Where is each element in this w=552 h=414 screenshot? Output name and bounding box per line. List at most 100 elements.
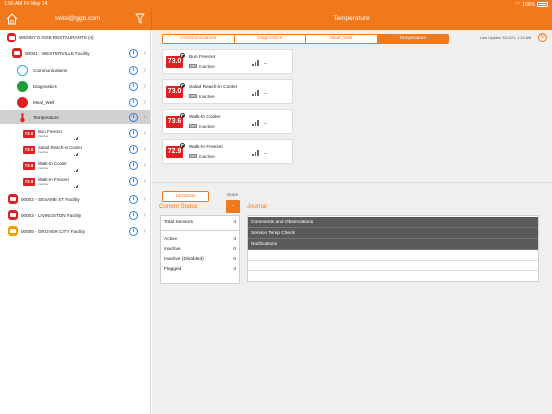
signal-icon: [252, 150, 259, 156]
status-label: Flagged: [164, 267, 182, 272]
card-status: Inactive: [199, 93, 215, 99]
card-temp: 72.9: [166, 146, 183, 158]
info-icon[interactable]: i: [129, 210, 138, 220]
divider: [248, 270, 538, 271]
sidebar-root-label: WENDY'S GGB RESTAURANTS (4): [19, 35, 94, 40]
sidebar-sensor-salad-cooler[interactable]: 73.0 Salad Reach-in Cooler Inactive i ›: [0, 142, 150, 157]
sidebar: WENDY'S GGB RESTAURANTS (4) 00001 - WEST…: [0, 30, 151, 414]
signal-icon: [252, 60, 259, 66]
card-status: Inactive: [199, 153, 215, 159]
alert-icon: [180, 53, 185, 58]
card-badge: SBS: [189, 94, 198, 98]
info-icon[interactable]: i: [129, 161, 138, 170]
status-value: 4: [233, 220, 236, 225]
sidebar-item-temperature[interactable]: Temperature i ›: [0, 110, 150, 124]
chevron-right-icon: ›: [143, 66, 146, 74]
info-icon[interactable]: i: [129, 48, 138, 58]
facility-label: 00001 - WESTERVILLE Facility: [25, 50, 90, 56]
current-status-heading: Current Status: [159, 204, 198, 210]
card-name: Bun Freezer: [189, 55, 216, 60]
sidebar-sensor-walk-in-freezer[interactable]: 72.9 Walk-In Freezer Inactive i ›: [0, 174, 150, 189]
facility-label: 00003 - LIVINGSTON Facility: [21, 212, 82, 218]
sensor-temp-badge: 72.9: [23, 177, 35, 186]
divider: [152, 182, 552, 183]
tab-temperature[interactable]: Temperature: [377, 35, 448, 43]
info-icon[interactable]: i: [129, 65, 138, 75]
sidebar-item-meal-well[interactable]: Meal_Well i ›: [0, 95, 150, 109]
signal-icon: [74, 152, 78, 156]
sidebar-sensor-walk-in-cooler[interactable]: 73.6 Walk-In Cooler Inactive i ›: [0, 158, 150, 173]
facility-icon: [12, 48, 22, 58]
sidebar-item-label: Meal_Well: [33, 99, 55, 105]
sensor-card[interactable]: 73.6 Walk-In Cooler SBS Inactive --: [162, 109, 293, 134]
home-icon[interactable]: [5, 12, 19, 26]
journal-item[interactable]: Notifications: [248, 239, 538, 250]
wifi-icon: [17, 64, 28, 76]
facility-icon: [7, 33, 16, 42]
battery-text: 100%: [522, 1, 535, 8]
signal-icon: [74, 184, 78, 188]
journal-item[interactable]: Service Temp Check: [248, 228, 538, 239]
sensor-text: Walk-In Freezer Inactive: [38, 177, 69, 186]
sensor-card[interactable]: 73.0 Bun Freezer SBS Inactive --: [162, 49, 293, 74]
facility-label: 00005 - GROVER CITY Facility: [21, 228, 85, 234]
sidebar-item-label: Communications: [33, 67, 68, 73]
status-value: 0: [233, 247, 236, 252]
status-label: Inactive (Disabled): [164, 257, 204, 262]
sidebar-sensor-bun-freezer[interactable]: 73.0 Bun Freezer Inactive i ›: [0, 126, 150, 141]
info-icon[interactable]: i: [129, 112, 138, 122]
legend-button[interactable]: LEGEND: [162, 191, 209, 202]
status-value: 0: [233, 257, 236, 262]
status-label: Active: [164, 237, 178, 242]
card-temp: 73.0: [166, 86, 183, 98]
status-row-disabled: Inactive (Disabled) 0: [164, 257, 236, 262]
info-icon[interactable]: i: [129, 226, 138, 236]
alert-icon: [180, 113, 185, 118]
thermometer-icon: [20, 112, 25, 122]
sidebar-root[interactable]: WENDY'S GGB RESTAURANTS (4): [0, 31, 150, 44]
status-value: 4: [233, 237, 236, 242]
sensor-card[interactable]: 72.9 Walk-In Freezer SBS Inactive --: [162, 139, 293, 164]
card-status: Inactive: [199, 63, 215, 69]
sidebar-facility-2[interactable]: 00002 - SESAME ST Facility i ›: [0, 192, 150, 206]
sensor-status: Inactive: [38, 166, 49, 170]
sidebar-facility-5[interactable]: 00005 - GROVER CITY Facility i ›: [0, 224, 150, 238]
sensor-text: Bun Freezer Inactive: [38, 129, 62, 138]
status-row-inactive: Inactive 0: [164, 247, 236, 252]
sensor-temp-badge: 73.6: [23, 161, 35, 170]
journal-item[interactable]: Comments and Observations: [248, 217, 538, 228]
sidebar-item-communications[interactable]: Communications i ›: [0, 63, 150, 77]
divider: [161, 230, 239, 231]
info-icon[interactable]: i: [129, 97, 138, 107]
sidebar-facility-3[interactable]: 00003 - LIVINGSTON Facility i ›: [0, 208, 150, 222]
info-icon[interactable]: i: [129, 145, 138, 154]
refresh-icon[interactable]: ↻: [538, 33, 547, 42]
nav-left: swisl@ggb.com: [0, 8, 151, 30]
sidebar-item-diagnostics[interactable]: Diagnostics i ›: [0, 79, 150, 93]
info-icon[interactable]: i: [129, 177, 138, 186]
journal-box: Comments and Observations Service Temp C…: [247, 215, 539, 282]
info-icon[interactable]: i: [129, 194, 138, 204]
card-value: --: [264, 121, 268, 127]
sensor-card[interactable]: 73.0 Salad Reach-in Cooler SBS Inactive …: [162, 79, 293, 104]
sidebar-facility-1[interactable]: 00001 - WESTERVILLE Facility i ›: [0, 46, 150, 60]
status-label: Inactive: [164, 247, 181, 252]
alert-icon: [180, 143, 185, 148]
card-temp: 73.6: [166, 116, 183, 128]
card-badge: SBS: [189, 154, 198, 158]
sensor-status: Inactive: [38, 134, 49, 138]
current-status-box: Total Sensors 4 Active 4 Inactive 0 Inac…: [160, 215, 240, 284]
score-button[interactable]: -: [226, 200, 240, 213]
chevron-right-icon: ›: [143, 162, 146, 169]
info-icon[interactable]: i: [129, 129, 138, 138]
status-label: Total Sensors: [164, 220, 194, 225]
alert-icon: [180, 83, 185, 88]
info-icon[interactable]: i: [129, 81, 138, 91]
chevron-right-icon: ›: [143, 49, 146, 57]
tab-meal-well[interactable]: Meal_Well: [306, 35, 378, 43]
date-text: Fri May 14: [23, 1, 48, 7]
tab-communications[interactable]: Communications: [163, 35, 235, 43]
divider: [248, 260, 538, 261]
tab-diagnostics[interactable]: Diagnostics: [234, 35, 306, 43]
filter-icon[interactable]: [135, 13, 145, 24]
